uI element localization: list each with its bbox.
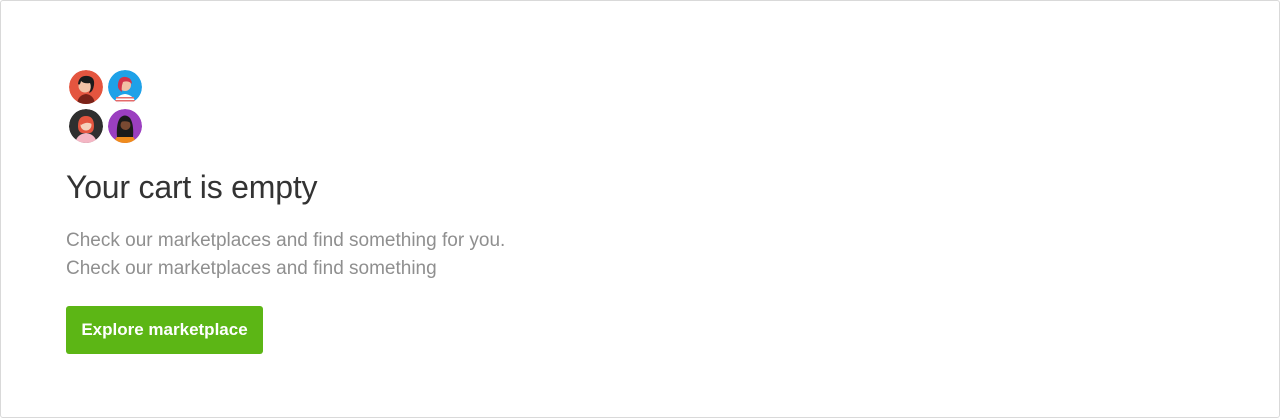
page-title: Your cart is empty bbox=[66, 169, 318, 205]
empty-state-description: Check our marketplaces and find somethin… bbox=[66, 227, 586, 283]
person-avatar-icon bbox=[69, 109, 103, 143]
person-avatar-icon bbox=[108, 109, 142, 143]
explore-marketplace-button[interactable]: Explore marketplace bbox=[66, 306, 263, 354]
person-avatar-icon bbox=[108, 70, 142, 104]
description-line: Check our marketplaces and find somethin… bbox=[66, 258, 437, 279]
description-line: Check our marketplaces and find somethin… bbox=[66, 230, 506, 251]
avatar-group bbox=[68, 70, 142, 144]
person-avatar-icon bbox=[69, 70, 103, 104]
empty-cart-card: Your cart is empty Check our marketplace… bbox=[0, 0, 1280, 418]
